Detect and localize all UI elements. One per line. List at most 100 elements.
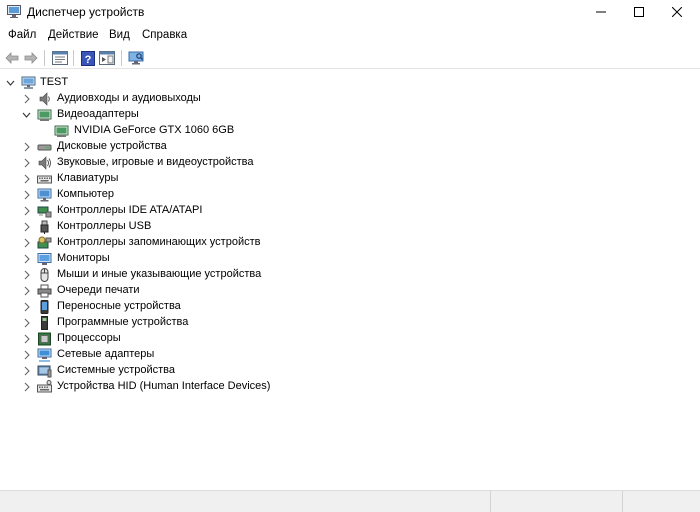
help-button[interactable]: ? — [79, 49, 97, 67]
tree-item-label: Процессоры — [57, 332, 121, 344]
close-button[interactable] — [654, 0, 700, 24]
tree-item-display-adapters[interactable]: Видеоадаптеры — [0, 107, 400, 123]
tree-item-disk-drives[interactable]: Дисковые устройства — [0, 139, 400, 155]
device-manager-app-icon — [7, 5, 21, 18]
menu-file[interactable]: Файл — [8, 29, 36, 41]
tree-item-sound-video-game[interactable]: Звуковые, игровые и видеоустройства — [0, 155, 400, 171]
minimize-icon — [596, 11, 606, 13]
toolbar-separator — [44, 50, 45, 66]
device-tree: TEST Аудиовходы и аудиовыходы Видеоадапт… — [0, 70, 700, 490]
chevron-right-icon[interactable] — [22, 286, 31, 296]
tree-item-computer[interactable]: Компьютер — [0, 187, 400, 203]
chevron-right-icon[interactable] — [22, 142, 31, 152]
maximize-icon — [634, 7, 644, 17]
mouse-icon — [40, 268, 49, 282]
tree-item-label: Программные устройства — [57, 316, 189, 328]
computer-tree-icon — [21, 76, 36, 89]
software-device-icon — [41, 316, 48, 330]
window-title: Диспетчер устройств — [27, 5, 145, 19]
chevron-right-icon[interactable] — [22, 350, 31, 360]
tree-item-portable-devices[interactable]: Переносные устройства — [0, 299, 400, 315]
chevron-right-icon[interactable] — [22, 318, 31, 328]
chevron-right-icon[interactable] — [22, 238, 31, 248]
ide-controller-icon — [37, 206, 52, 218]
hid-icon — [37, 380, 52, 393]
close-icon — [672, 7, 682, 17]
chevron-down-icon[interactable] — [22, 110, 31, 120]
tree-item-keyboards[interactable]: Клавиатуры — [0, 171, 400, 187]
sound-icon — [38, 156, 51, 170]
menu-help[interactable]: Справка — [142, 29, 187, 41]
chevron-right-icon[interactable] — [22, 206, 31, 216]
tree-item-usb-controllers[interactable]: Контроллеры USB — [0, 219, 400, 235]
network-adapter-icon — [37, 348, 52, 362]
tree-item-label: Звуковые, игровые и видеоустройства — [57, 156, 254, 168]
tree-root-test[interactable]: TEST — [0, 75, 400, 91]
tree-item-label: Устройства HID (Human Interface Devices) — [57, 380, 271, 392]
chevron-down-icon[interactable] — [6, 78, 15, 88]
printer-icon — [37, 284, 52, 298]
forward-icon — [24, 52, 38, 64]
usb-icon — [40, 220, 49, 234]
tree-item-label: Мыши и иные указывающие устройства — [57, 268, 262, 280]
tree-item-software-devices[interactable]: Программные устройства — [0, 315, 400, 331]
show-hidden-button[interactable] — [98, 49, 116, 67]
tree-item-storage-controllers[interactable]: Контроллеры запоминающих устройств — [0, 235, 400, 251]
properties-button[interactable] — [51, 49, 69, 67]
back-button[interactable] — [3, 49, 21, 67]
chevron-right-icon[interactable] — [22, 382, 31, 392]
tree-item-audio-inputs-outputs[interactable]: Аудиовходы и аудиовыходы — [0, 91, 400, 107]
menu-view[interactable]: Вид — [109, 29, 130, 41]
toolbar: ? — [0, 47, 700, 69]
scan-hardware-button[interactable] — [127, 49, 145, 67]
menu-action[interactable]: Действие — [48, 29, 99, 41]
chevron-right-icon[interactable] — [22, 366, 31, 376]
status-bar — [0, 490, 700, 512]
toolbar-separator — [73, 50, 74, 66]
chevron-right-icon[interactable] — [22, 334, 31, 344]
toolbar-separator — [121, 50, 122, 66]
tree-item-label: Мониторы — [57, 252, 110, 264]
tree-item-label: Компьютер — [57, 188, 114, 200]
tree-item-mice-pointing[interactable]: Мыши и иные указывающие устройства — [0, 267, 400, 283]
tree-item-label: Видеоадаптеры — [57, 108, 139, 120]
tree-item-monitors[interactable]: Мониторы — [0, 251, 400, 267]
chevron-right-icon[interactable] — [22, 158, 31, 168]
chevron-right-icon[interactable] — [22, 254, 31, 264]
disk-icon — [37, 144, 52, 151]
processor-icon — [38, 332, 51, 346]
system-device-icon — [37, 365, 52, 378]
chevron-right-icon[interactable] — [22, 302, 31, 312]
display-adapter-icon — [54, 125, 69, 137]
tree-item-label: Аудиовходы и аудиовыходы — [57, 92, 201, 104]
forward-button[interactable] — [22, 49, 40, 67]
tree-item-label: Клавиатуры — [57, 172, 119, 184]
tree-item-ide-ata-atapi[interactable]: Контроллеры IDE ATA/ATAPI — [0, 203, 400, 219]
title-bar: Диспетчер устройств — [0, 0, 700, 24]
chevron-right-icon[interactable] — [22, 270, 31, 280]
display-adapter-icon — [37, 109, 52, 121]
audio-icon — [39, 92, 50, 106]
scan-hardware-icon — [128, 51, 144, 64]
tree-item-label: Системные устройства — [57, 364, 176, 376]
help-icon: ? — [81, 50, 95, 66]
tree-item-network-adapters[interactable]: Сетевые адаптеры — [0, 347, 400, 363]
status-pane — [622, 491, 700, 512]
show-hidden-icon — [99, 51, 115, 65]
tree-item-print-queues[interactable]: Очереди печати — [0, 283, 400, 299]
tree-item-label: Переносные устройства — [57, 300, 181, 312]
tree-item-processors[interactable]: Процессоры — [0, 331, 400, 347]
monitor-icon — [37, 253, 52, 265]
chevron-right-icon[interactable] — [22, 94, 31, 104]
chevron-right-icon[interactable] — [22, 190, 31, 200]
tree-item-label: Дисковые устройства — [57, 140, 167, 152]
tree-item-label: Контроллеры IDE ATA/ATAPI — [57, 204, 203, 216]
tree-device-nvidia-gtx-1060[interactable]: NVIDIA GeForce GTX 1060 6GB — [0, 123, 400, 139]
tree-item-system-devices[interactable]: Системные устройства — [0, 363, 400, 379]
chevron-right-icon[interactable] — [22, 222, 31, 232]
tree-item-hid-devices[interactable]: Устройства HID (Human Interface Devices) — [0, 379, 400, 395]
svg-text:?: ? — [85, 54, 92, 66]
portable-device-icon — [40, 300, 49, 314]
chevron-right-icon[interactable] — [22, 174, 31, 184]
back-icon — [5, 52, 19, 64]
